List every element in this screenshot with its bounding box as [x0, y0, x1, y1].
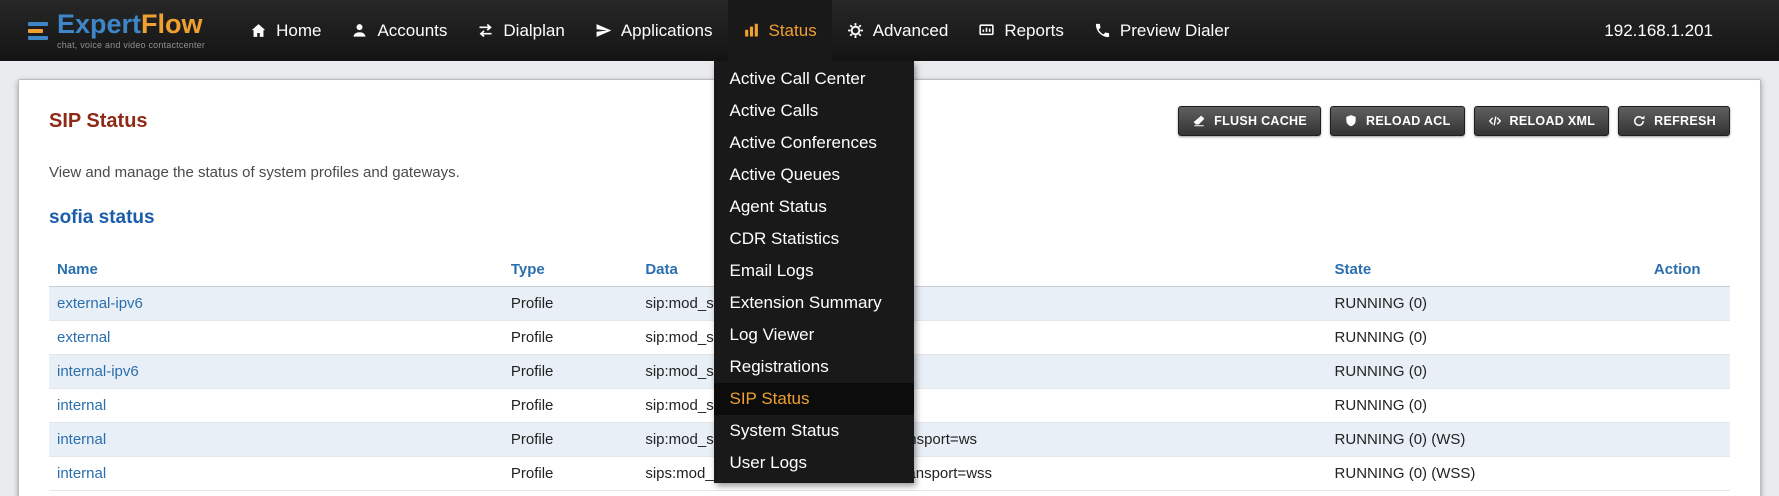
menu-item-sip-status[interactable]: SIP Status [714, 383, 914, 415]
type-cell: Profile [503, 423, 637, 457]
type-cell: Profile [503, 287, 637, 321]
state-cell: RUNNING (0) [1327, 287, 1646, 321]
nav-item-home[interactable]: Home [235, 0, 336, 61]
brand-tagline: chat, voice and video contactcenter [57, 41, 205, 50]
flush-cache-button[interactable]: FLUSH CACHE [1178, 106, 1321, 136]
brand-name: ExpertFlow [57, 11, 205, 38]
type-cell: Profile [503, 457, 637, 491]
column-header-state: State [1327, 253, 1646, 287]
paper-plane-icon [595, 22, 612, 39]
nav-item-dialplan[interactable]: Dialplan [462, 0, 579, 61]
nav-item-label: Accounts [377, 21, 447, 41]
name-cell: internal-ipv6 [49, 355, 503, 389]
profile-link[interactable]: external-ipv6 [57, 295, 143, 312]
home-icon [250, 22, 267, 39]
state-cell: RUNNING (0) [1327, 355, 1646, 389]
nav-item-label: Preview Dialer [1120, 21, 1230, 41]
name-cell: external-ipv6 [49, 287, 503, 321]
nav-item-label: Reports [1004, 21, 1064, 41]
state-cell: RUNNING (0) [1327, 389, 1646, 423]
action-cell [1646, 457, 1730, 491]
state-cell: RUNNING (0) (WSS) [1327, 457, 1646, 491]
state-cell: RUNNING (0) [1327, 321, 1646, 355]
menu-item-extension-summary[interactable]: Extension Summary [714, 287, 914, 319]
menu-item-active-conferences[interactable]: Active Conferences [714, 127, 914, 159]
type-cell: Profile [503, 321, 637, 355]
menu-item-email-logs[interactable]: Email Logs [714, 255, 914, 287]
reload-acl-button[interactable]: RELOAD ACL [1330, 106, 1464, 136]
profile-link[interactable]: internal-ipv6 [57, 363, 139, 380]
shield-icon [1344, 114, 1358, 128]
action-cell [1646, 355, 1730, 389]
nav-item-label: Applications [621, 21, 713, 41]
toolbar: FLUSH CACHE RELOAD ACL RELOAD XML REFRES… [1178, 106, 1730, 136]
status-dropdown: Active Call Center Active Calls Active C… [714, 61, 914, 483]
menu-item-user-logs[interactable]: User Logs [714, 447, 914, 479]
action-cell [1646, 389, 1730, 423]
type-cell: Profile [503, 389, 637, 423]
menu-item-active-calls[interactable]: Active Calls [714, 95, 914, 127]
action-cell [1646, 321, 1730, 355]
menu-item-active-call-center[interactable]: Active Call Center [714, 63, 914, 95]
column-header-type: Type [503, 253, 637, 287]
menu-item-system-status[interactable]: System Status [714, 415, 914, 447]
bar-chart-icon [743, 22, 760, 39]
nav-item-reports[interactable]: Reports [963, 0, 1079, 61]
profile-link[interactable]: internal [57, 397, 106, 414]
gear-icon [847, 22, 864, 39]
refresh-icon [1632, 114, 1646, 128]
name-cell: external [49, 321, 503, 355]
refresh-button[interactable]: REFRESH [1618, 106, 1730, 136]
nav-item-preview-dialer[interactable]: Preview Dialer [1079, 0, 1245, 61]
name-cell: internal [49, 457, 503, 491]
column-header-name: Name [49, 253, 503, 287]
menu-item-cdr-statistics[interactable]: CDR Statistics [714, 223, 914, 255]
brand-icon [28, 22, 48, 40]
page-title: SIP Status [49, 110, 148, 133]
top-navbar: ExpertFlow chat, voice and video contact… [0, 0, 1779, 61]
menu-item-active-queues[interactable]: Active Queues [714, 159, 914, 191]
person-icon [351, 22, 368, 39]
code-icon [1488, 114, 1502, 128]
profile-link[interactable]: internal [57, 465, 106, 482]
nav-item-status[interactable]: Status Active Call Center Active Calls A… [728, 0, 832, 61]
action-cell [1646, 423, 1730, 457]
report-board-icon [978, 22, 995, 39]
nav-item-accounts[interactable]: Accounts [336, 0, 462, 61]
name-cell: internal [49, 423, 503, 457]
profile-link[interactable]: internal [57, 431, 106, 448]
swap-arrows-icon [477, 22, 494, 39]
reload-xml-button[interactable]: RELOAD XML [1474, 106, 1610, 136]
nav-item-label: Dialplan [503, 21, 564, 41]
menu-item-log-viewer[interactable]: Log Viewer [714, 319, 914, 351]
type-cell: Profile [503, 355, 637, 389]
nav-item-label: Advanced [873, 21, 949, 41]
name-cell: internal [49, 389, 503, 423]
phone-icon [1094, 22, 1111, 39]
flush-cache-icon [1192, 114, 1206, 128]
server-ip: 192.168.1.201 [1604, 21, 1751, 41]
nav-item-applications[interactable]: Applications [580, 0, 728, 61]
menu-item-registrations[interactable]: Registrations [714, 351, 914, 383]
nav-item-advanced[interactable]: Advanced [832, 0, 964, 61]
state-cell: RUNNING (0) (WS) [1327, 423, 1646, 457]
main-nav: Home Accounts Dialplan Applications Stat… [235, 0, 1244, 61]
profile-link[interactable]: external [57, 329, 110, 346]
menu-item-agent-status[interactable]: Agent Status [714, 191, 914, 223]
column-header-action: Action [1646, 253, 1730, 287]
brand-logo[interactable]: ExpertFlow chat, voice and video contact… [28, 11, 205, 50]
action-cell [1646, 287, 1730, 321]
nav-item-label: Status [769, 21, 817, 41]
nav-item-label: Home [276, 21, 321, 41]
